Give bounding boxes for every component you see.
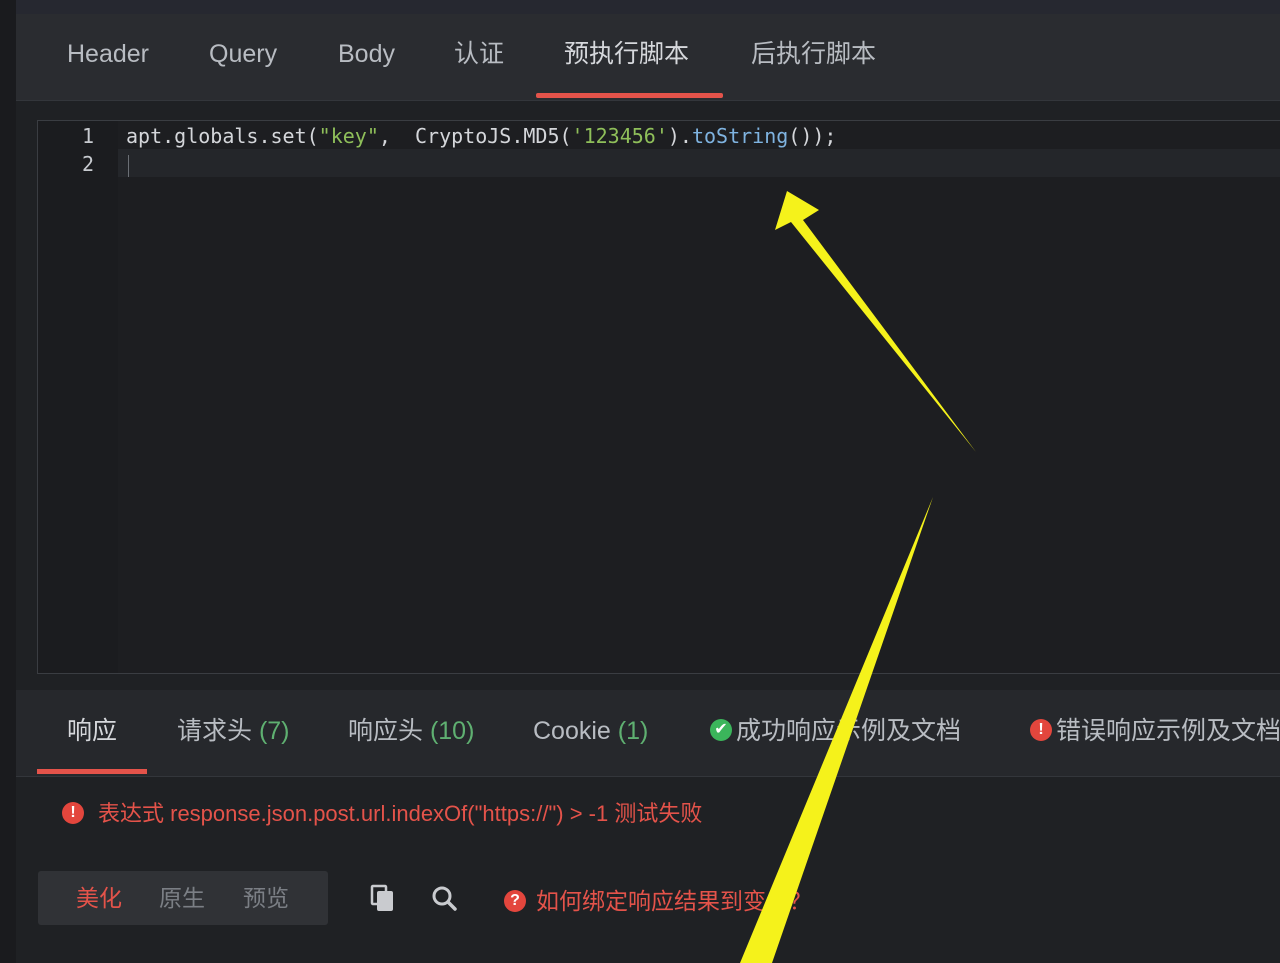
tab-count: (1) <box>617 717 649 745</box>
tab-count: (10) <box>429 717 475 745</box>
code-string-token: '123456' <box>571 124 668 148</box>
tab-label: 响应 <box>67 717 118 745</box>
response-tab-bar: 响应 请求头 (7) 响应头 (10) Cookie (1) ✔ 成功响应示例及文… <box>16 690 1280 777</box>
tab-label: 响应头 <box>348 717 430 745</box>
code-string-token: "key" <box>318 124 379 148</box>
tab-label: Cookie <box>533 717 618 745</box>
tab-error-examples[interactable]: ! 错误响应示例及文档 <box>1030 690 1280 776</box>
check-circle-icon: ✔ <box>710 719 732 742</box>
copy-icon[interactable] <box>367 882 399 914</box>
line-number: 2 <box>81 152 94 176</box>
tab-response[interactable]: 响应 <box>67 690 117 776</box>
active-line-highlight <box>118 149 1280 177</box>
tab-request-headers[interactable]: 请求头 (7) <box>177 690 290 776</box>
tab-label: 请求头 <box>177 717 259 745</box>
code-token: ). <box>667 124 692 148</box>
tab-count: (7) <box>258 717 290 745</box>
left-edge-strip <box>0 0 16 963</box>
tab-header[interactable]: Header <box>67 14 149 100</box>
tab-post-script[interactable]: 后执行脚本 <box>751 14 876 100</box>
code-token: , CryptoJS.MD5( <box>378 124 572 148</box>
tab-auth[interactable]: 认证 <box>454 14 504 100</box>
view-mode-group: 美化 原生 预览 <box>38 871 328 925</box>
code-line[interactable]: apt.globals.set("key", CryptoJS.MD5('123… <box>126 124 836 148</box>
request-tab-bar: Header Query Body 认证 预执行脚本 后执行脚本 <box>16 14 1280 101</box>
code-token: ()); <box>788 124 837 148</box>
script-editor[interactable]: 1 2 apt.globals.set("key", CryptoJS.MD5(… <box>37 120 1280 674</box>
tab-body[interactable]: Body <box>338 14 395 100</box>
help-link-text: 如何绑定响应结果到变量？ <box>536 888 812 914</box>
tab-cookie[interactable]: Cookie (1) <box>533 690 648 776</box>
view-mode-raw[interactable]: 原生 <box>159 871 205 925</box>
bind-variable-help-link[interactable]: ? 如何绑定响应结果到变量？ <box>504 882 812 916</box>
exclamation-circle-icon: ! <box>1030 719 1052 742</box>
line-number: 1 <box>81 124 94 148</box>
error-text: 表达式 response.json.post.url.indexOf("http… <box>98 801 703 826</box>
tab-pre-script[interactable]: 预执行脚本 <box>564 14 689 100</box>
test-error-message: ! 表达式 response.json.post.url.indexOf("htt… <box>62 796 702 828</box>
tab-response-headers[interactable]: 响应头 (10) <box>348 690 474 776</box>
tab-success-examples[interactable]: ✔ 成功响应示例及文档 <box>710 690 961 776</box>
tab-query[interactable]: Query <box>209 14 277 100</box>
exclamation-circle-icon: ! <box>62 802 84 825</box>
text-cursor <box>128 155 129 177</box>
active-tab-indicator <box>37 769 147 774</box>
view-mode-pretty[interactable]: 美化 <box>76 871 122 925</box>
tab-label: 成功响应示例及文档 <box>736 717 962 745</box>
question-circle-icon: ? <box>504 889 526 912</box>
top-border <box>16 0 1280 14</box>
active-tab-indicator <box>536 93 723 98</box>
code-token: apt.globals.set( <box>126 124 319 148</box>
search-icon[interactable] <box>428 882 460 914</box>
code-function-token: toString <box>691 124 789 148</box>
tab-label: 错误响应示例及文档 <box>1056 717 1280 745</box>
view-mode-preview[interactable]: 预览 <box>243 871 289 925</box>
line-number-gutter <box>38 121 118 673</box>
